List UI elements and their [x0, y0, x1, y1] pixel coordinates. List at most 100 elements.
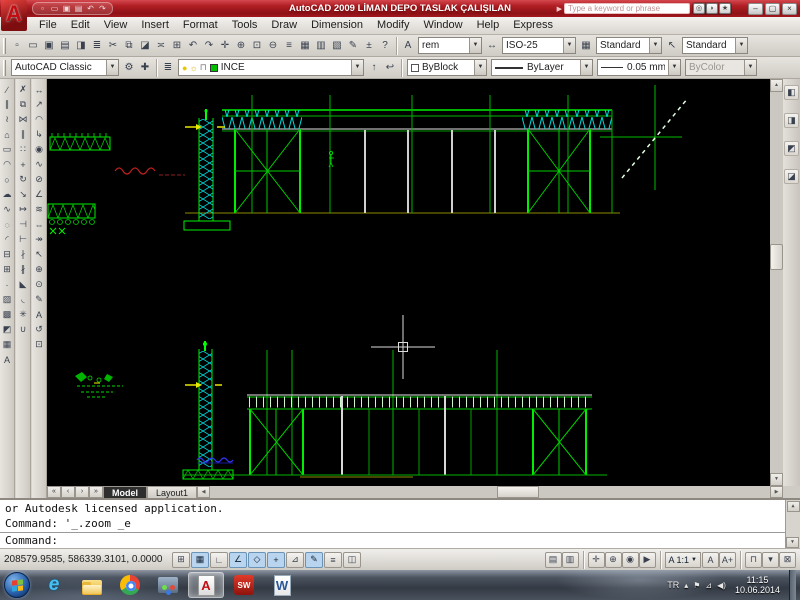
markup-set-manager-icon[interactable]: ✎: [345, 37, 361, 54]
layer-on-icon[interactable]: ●: [182, 63, 187, 73]
construction-line-icon[interactable]: ∥: [0, 97, 14, 112]
explode-icon[interactable]: ✳: [16, 307, 30, 322]
layer-color-swatch[interactable]: [210, 64, 218, 72]
zoom-window-icon[interactable]: ⊡: [249, 37, 265, 54]
qp-icon[interactable]: ◫: [343, 552, 361, 568]
dimension-style-combo[interactable]: ISO-25▼: [502, 37, 576, 54]
language-indicator[interactable]: TR: [667, 580, 679, 590]
text-style-combo[interactable]: rem▼: [418, 37, 482, 54]
volume-icon[interactable]: ◀): [717, 581, 726, 590]
lwt-icon[interactable]: ≡: [324, 552, 342, 568]
vertical-scroll-thumb[interactable]: [770, 244, 783, 270]
menu-dimension[interactable]: Dimension: [304, 17, 370, 34]
menu-view[interactable]: View: [97, 17, 135, 34]
break-icon[interactable]: ∦: [16, 262, 30, 277]
restore-button[interactable]: ▢: [765, 3, 780, 15]
tab-model[interactable]: Model: [103, 486, 147, 498]
workspace-settings-icon[interactable]: ⚙: [121, 59, 137, 76]
plot-icon[interactable]: ▤: [57, 37, 73, 54]
chevron-down-icon[interactable]: ▼: [735, 38, 747, 53]
bring-to-front-icon[interactable]: ◧: [784, 85, 799, 100]
save-icon[interactable]: ▣: [41, 37, 57, 54]
toolbar-grip[interactable]: [3, 38, 6, 54]
move-icon[interactable]: +: [16, 157, 30, 172]
trim-icon[interactable]: ⊣: [16, 217, 30, 232]
annotation-autoscale-icon[interactable]: A+: [719, 552, 736, 568]
chevron-down-icon[interactable]: ▼: [474, 60, 486, 75]
color-combo[interactable]: ByBlock▼: [407, 59, 487, 76]
undo-icon[interactable]: ↶: [85, 4, 96, 13]
previous-tab-icon[interactable]: ‹: [61, 486, 75, 498]
text-style-icon[interactable]: A: [400, 37, 416, 54]
dimension-update-icon[interactable]: ↺: [32, 322, 46, 337]
extend-icon[interactable]: ⊢: [16, 232, 30, 247]
media-app-taskbar-button[interactable]: [150, 572, 186, 598]
last-tab-icon[interactable]: »: [89, 486, 103, 498]
center-mark-icon[interactable]: ⊙: [32, 277, 46, 292]
clean-screen-icon[interactable]: ⊠: [779, 552, 796, 568]
erase-icon[interactable]: ✗: [16, 82, 30, 97]
tab-layout1[interactable]: Layout1: [147, 486, 197, 498]
quick-leader-icon[interactable]: ↖: [32, 247, 46, 262]
ordinate-icon[interactable]: ↳: [32, 127, 46, 142]
start-button[interactable]: [4, 572, 30, 598]
autocad-taskbar-button[interactable]: A: [188, 572, 224, 598]
diameter-icon[interactable]: ⊘: [32, 172, 46, 187]
help-icon[interactable]: ?: [377, 37, 393, 54]
dimension-style-icon[interactable]: ↔: [484, 37, 500, 54]
chevron-down-icon[interactable]: ▼: [649, 38, 661, 53]
scroll-down-icon[interactable]: ▼: [770, 473, 783, 486]
plot-icon[interactable]: ▤: [73, 4, 84, 13]
menu-file[interactable]: File: [32, 17, 64, 34]
scroll-down-icon[interactable]: ▼: [786, 537, 799, 548]
polyline-icon[interactable]: ≀: [0, 112, 14, 127]
zoom-previous-icon[interactable]: ⊖: [265, 37, 281, 54]
stretch-icon[interactable]: ↦: [16, 202, 30, 217]
scroll-up-icon[interactable]: ▲: [770, 79, 783, 92]
continue-icon[interactable]: ↠: [32, 232, 46, 247]
polygon-icon[interactable]: ⌂: [0, 127, 14, 142]
aligned-icon[interactable]: ↗: [32, 97, 46, 112]
undo-icon[interactable]: ↶: [185, 37, 201, 54]
open-icon[interactable]: ▭: [25, 37, 41, 54]
multiline-text-icon[interactable]: A: [0, 352, 14, 367]
dimension-text-edit-icon[interactable]: A: [32, 307, 46, 322]
cut-icon[interactable]: ✂: [105, 37, 121, 54]
linetype-combo[interactable]: ByLayer▼: [491, 59, 593, 76]
insert-block-icon[interactable]: ⊟: [0, 247, 14, 262]
first-tab-icon[interactable]: «: [47, 486, 61, 498]
qnew-icon[interactable]: ▫: [9, 37, 25, 54]
redo-icon[interactable]: ↷: [201, 37, 217, 54]
layer-previous-icon[interactable]: ↩: [382, 59, 398, 76]
network-icon[interactable]: ⊿: [705, 581, 712, 590]
save-icon[interactable]: ▣: [61, 4, 72, 13]
open-icon[interactable]: ▭: [49, 4, 60, 13]
dimension-style-icon[interactable]: ⊡: [32, 337, 46, 352]
word-taskbar-button[interactable]: W: [264, 572, 300, 598]
chevron-down-icon[interactable]: ▼: [106, 60, 118, 75]
mirror-icon[interactable]: ⋈: [16, 112, 30, 127]
plot-preview-icon[interactable]: ◨: [73, 37, 89, 54]
otrack-icon[interactable]: +: [267, 552, 285, 568]
baseline-icon[interactable]: ⇔: [32, 217, 46, 232]
menu-edit[interactable]: Edit: [64, 17, 97, 34]
rectangle-icon[interactable]: ▭: [0, 142, 14, 157]
dimension-edit-icon[interactable]: ✎: [32, 292, 46, 307]
annotation-visibility-icon[interactable]: A: [702, 552, 719, 568]
show-desktop-button[interactable]: [789, 570, 796, 600]
quick-dimension-icon[interactable]: ≋: [32, 202, 46, 217]
zoom-realtime-icon[interactable]: ⊕: [233, 37, 249, 54]
ellipse-icon[interactable]: ◌: [0, 217, 14, 232]
multileader-style-combo[interactable]: Standard▼: [682, 37, 748, 54]
menu-tools[interactable]: Tools: [225, 17, 265, 34]
status-tray-icon[interactable]: ▾: [762, 552, 779, 568]
infocenter-arrow-icon[interactable]: ▶: [557, 5, 562, 13]
multileader-style-icon[interactable]: ↖: [664, 37, 680, 54]
array-icon[interactable]: ∷: [16, 142, 30, 157]
point-icon[interactable]: ·: [0, 277, 14, 292]
autocad-logo-icon[interactable]: A: [1, 0, 27, 31]
block-editor-icon[interactable]: ⊞: [169, 37, 185, 54]
ellipse-arc-icon[interactable]: ◜: [0, 232, 14, 247]
pan-icon[interactable]: ✛: [588, 552, 605, 568]
solidworks-taskbar-button[interactable]: SW: [226, 572, 262, 598]
